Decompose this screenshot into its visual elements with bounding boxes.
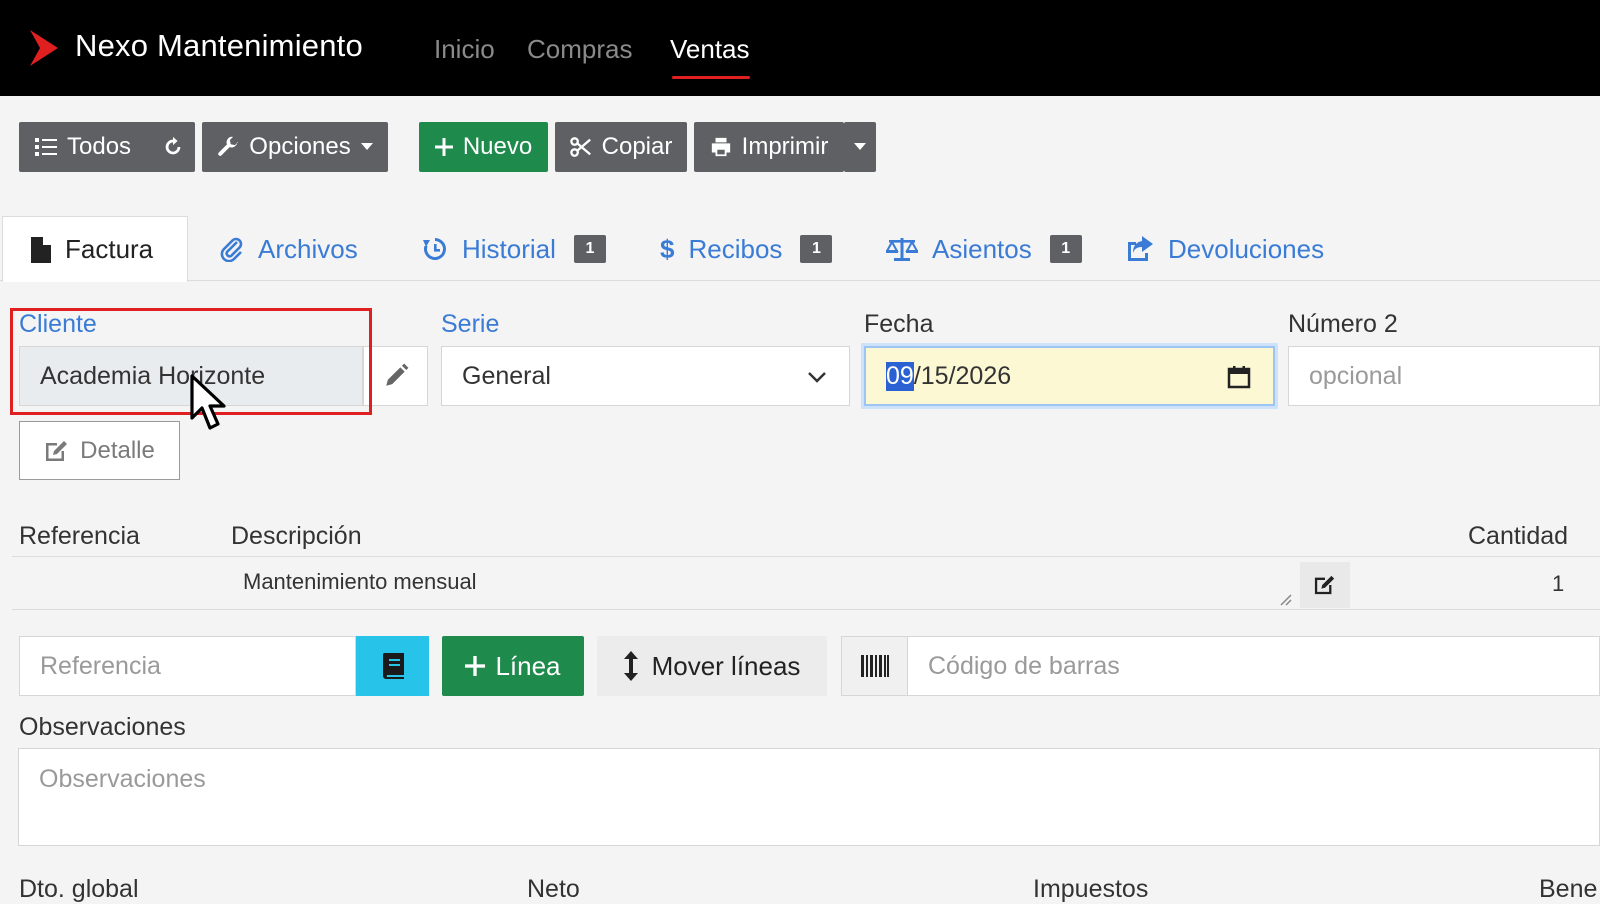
historial-count-badge: 1 bbox=[573, 235, 606, 263]
refresh-icon bbox=[165, 136, 180, 155]
col-header-referencia: Referencia bbox=[19, 522, 140, 550]
barcode-placeholder: Código de barras bbox=[928, 651, 1120, 680]
brand-logo-icon bbox=[30, 30, 58, 66]
nav-item-compras[interactable]: Compras bbox=[527, 34, 632, 65]
caret-down-icon bbox=[360, 143, 373, 150]
catalog-button[interactable] bbox=[356, 636, 429, 696]
nuevo-label: Nuevo bbox=[462, 133, 533, 160]
share-square-icon bbox=[1128, 236, 1153, 261]
imprimir-dropdown-toggle[interactable] bbox=[844, 122, 876, 172]
opciones-label: Opciones bbox=[249, 133, 351, 160]
tab-recibos[interactable]: $ Recibos 1 bbox=[660, 216, 833, 282]
observaciones-textarea[interactable]: Observaciones bbox=[18, 748, 1600, 846]
balance-scale-icon bbox=[886, 238, 918, 261]
serie-select[interactable]: General bbox=[441, 346, 850, 406]
row-cantidad[interactable]: 1 bbox=[1552, 571, 1564, 597]
barcode-icon bbox=[860, 655, 889, 677]
calendar-icon bbox=[1227, 366, 1251, 389]
tab-historial-label: Historial bbox=[462, 233, 556, 264]
edit-icon bbox=[46, 440, 68, 461]
numero2-label: Número 2 bbox=[1288, 310, 1398, 338]
nav-item-ventas[interactable]: Ventas bbox=[670, 34, 750, 65]
brand-title[interactable]: Nexo Mantenimiento bbox=[75, 28, 363, 64]
chevron-down-icon bbox=[808, 372, 826, 383]
refresh-button[interactable] bbox=[150, 122, 195, 172]
detalle-button[interactable]: Detalle bbox=[19, 421, 180, 480]
printer-icon bbox=[711, 137, 730, 157]
tab-devoluciones-label: Devoluciones bbox=[1168, 233, 1325, 264]
header-divider bbox=[12, 556, 1600, 557]
caret-down-icon bbox=[854, 143, 866, 150]
numero2-placeholder: opcional bbox=[1309, 361, 1403, 390]
dollar-icon: $ bbox=[660, 233, 675, 264]
edit-cliente-button[interactable] bbox=[363, 346, 428, 406]
tab-asientos[interactable]: Asientos 1 bbox=[886, 216, 1082, 282]
barcode-addon bbox=[841, 636, 908, 696]
arrows-vertical-icon bbox=[623, 651, 638, 681]
paperclip-icon bbox=[220, 237, 243, 262]
serie-label: Serie bbox=[441, 310, 500, 338]
observaciones-placeholder: Observaciones bbox=[39, 765, 206, 793]
tab-factura[interactable]: Factura bbox=[2, 216, 188, 282]
col-header-descripcion: Descripción bbox=[231, 522, 362, 550]
tab-archivos-label: Archivos bbox=[258, 233, 358, 264]
imprimir-button[interactable]: Imprimir bbox=[694, 122, 844, 172]
add-linea-button[interactable]: Línea bbox=[442, 636, 584, 696]
scissors-icon bbox=[569, 137, 591, 157]
file-icon bbox=[31, 236, 51, 263]
mouse-cursor-icon bbox=[190, 374, 226, 430]
resize-grip-icon bbox=[1280, 594, 1292, 606]
fecha-month-selected: 09 bbox=[886, 361, 914, 391]
nuevo-button[interactable]: Nuevo bbox=[419, 122, 548, 172]
numero2-input[interactable]: opcional bbox=[1288, 346, 1600, 406]
plus-icon bbox=[465, 656, 486, 676]
add-linea-label: Línea bbox=[495, 650, 561, 681]
pencil-icon bbox=[385, 363, 408, 386]
row-descripcion[interactable]: Mantenimiento mensual bbox=[243, 569, 477, 595]
tab-devoluciones[interactable]: Devoluciones bbox=[1126, 216, 1324, 282]
row-edit-button[interactable] bbox=[1300, 562, 1350, 608]
observaciones-label: Observaciones bbox=[19, 713, 186, 741]
col-header-cantidad: Cantidad bbox=[1468, 522, 1569, 550]
fecha-rest: /15/2026 bbox=[913, 361, 1012, 390]
book-icon bbox=[382, 653, 404, 679]
history-icon bbox=[423, 238, 446, 260]
tab-historial[interactable]: Historial 1 bbox=[422, 216, 606, 282]
active-nav-indicator bbox=[672, 76, 750, 79]
referencia-placeholder: Referencia bbox=[40, 651, 161, 680]
fecha-input[interactable]: 09/15/2026 bbox=[864, 346, 1275, 406]
tab-recibos-label: Recibos bbox=[688, 233, 783, 264]
mover-lineas-label: Mover líneas bbox=[651, 650, 801, 681]
nav-item-inicio[interactable]: Inicio bbox=[434, 34, 495, 65]
tab-asientos-label: Asientos bbox=[932, 233, 1032, 264]
list-icon bbox=[35, 138, 57, 156]
copiar-label: Copiar bbox=[601, 133, 673, 160]
edit-icon bbox=[1314, 575, 1335, 595]
recibos-count-badge: 1 bbox=[800, 235, 833, 263]
tab-archivos[interactable]: Archivos bbox=[220, 216, 358, 282]
wrench-icon bbox=[218, 136, 239, 156]
referencia-input[interactable]: Referencia bbox=[19, 636, 356, 696]
fecha-label: Fecha bbox=[864, 310, 934, 338]
row-divider bbox=[12, 609, 1600, 610]
detalle-label: Detalle bbox=[80, 436, 155, 464]
mover-lineas-button[interactable]: Mover líneas bbox=[597, 636, 827, 696]
asientos-count-badge: 1 bbox=[1049, 235, 1082, 263]
imprimir-label: Imprimir bbox=[741, 133, 829, 160]
barcode-input[interactable]: Código de barras bbox=[907, 636, 1600, 696]
opciones-dropdown-button[interactable]: Opciones bbox=[202, 122, 388, 172]
tab-factura-label: Factura bbox=[65, 234, 154, 264]
plus-icon bbox=[434, 138, 453, 156]
top-navbar: Nexo Mantenimiento Inicio Compras Ventas bbox=[0, 0, 1600, 96]
todos-label: Todos bbox=[67, 133, 132, 160]
serie-value: General bbox=[462, 361, 551, 390]
copiar-button[interactable]: Copiar bbox=[555, 122, 687, 172]
